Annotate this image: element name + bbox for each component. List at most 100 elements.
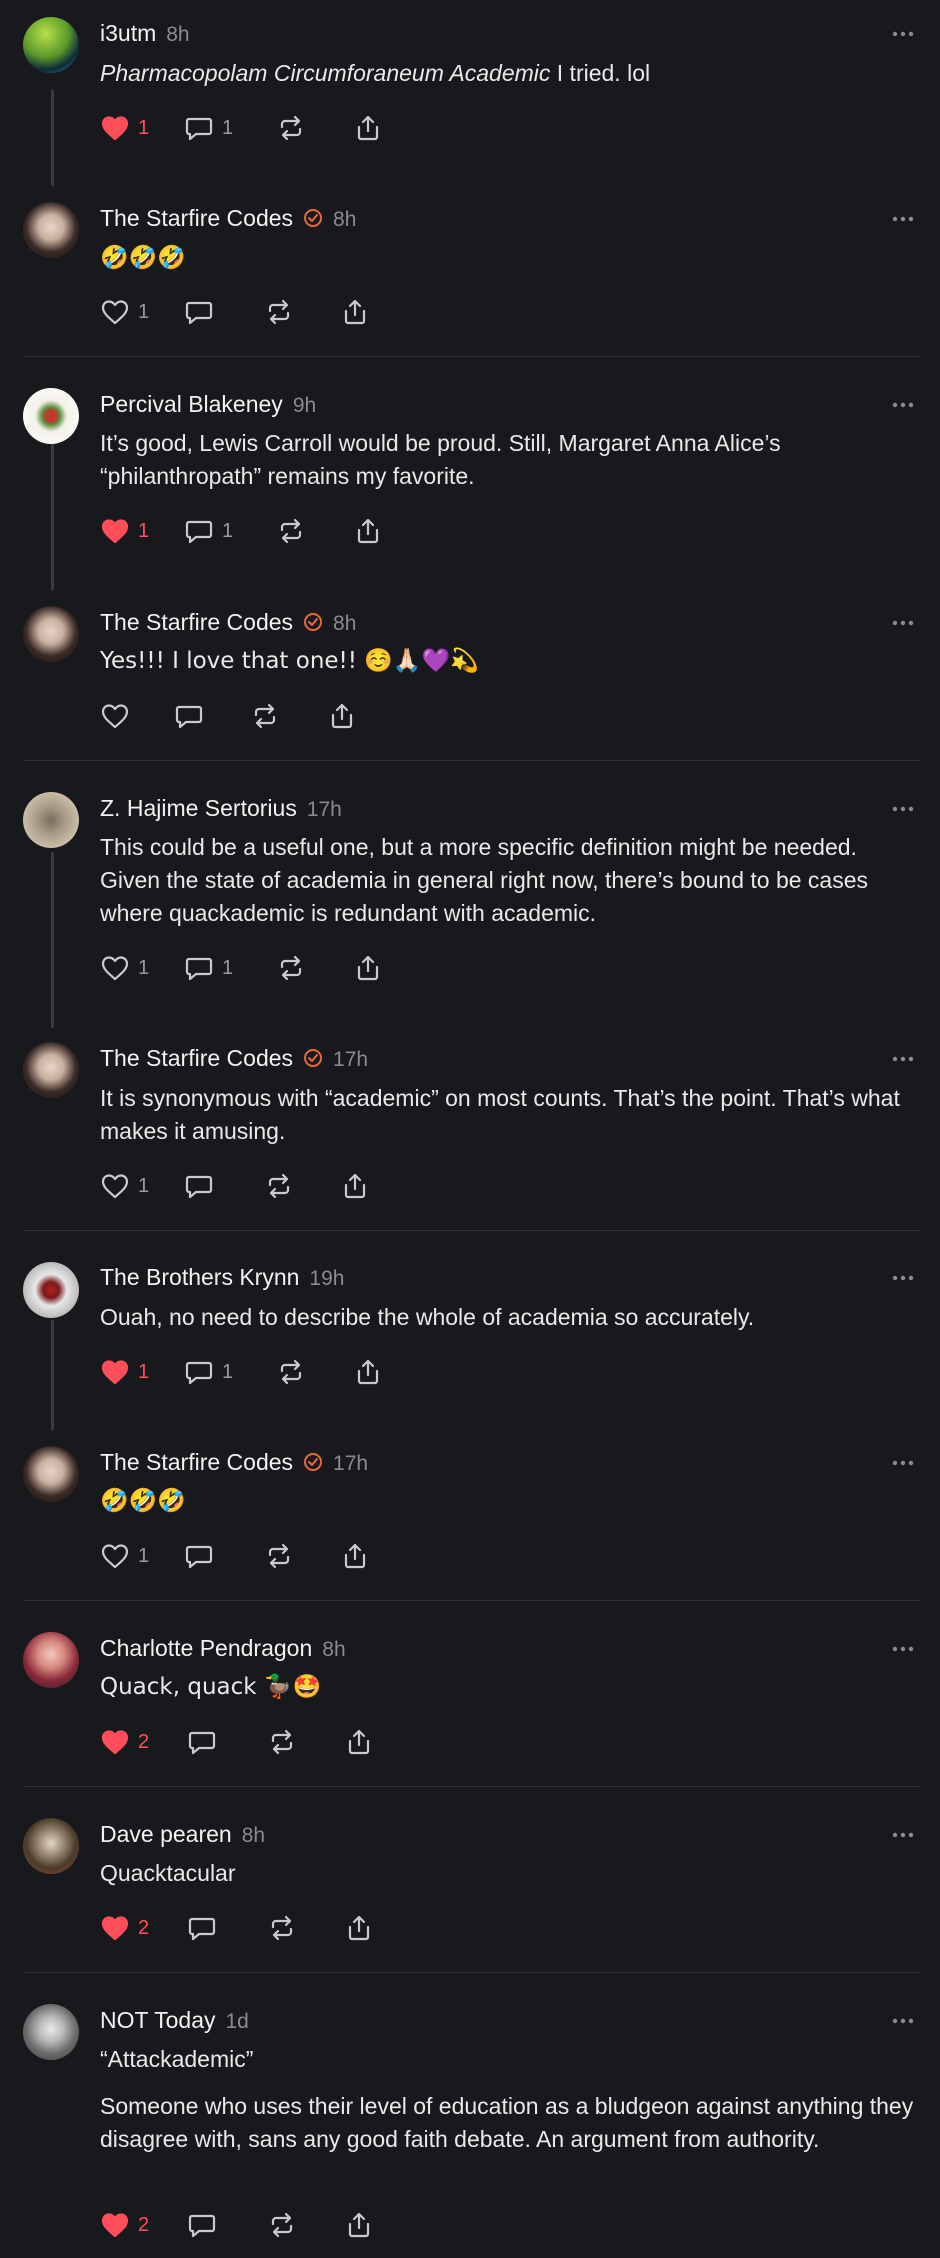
repost-icon <box>267 1913 297 1943</box>
more-options-icon[interactable] <box>891 1645 915 1653</box>
like-button[interactable]: 1 <box>100 1170 149 1202</box>
avatar[interactable] <box>23 792 79 848</box>
reply-button[interactable] <box>187 1726 217 1758</box>
like-button[interactable]: 1 <box>100 296 149 328</box>
comment-icon <box>187 1727 217 1757</box>
like-button[interactable]: 1 <box>100 515 149 547</box>
comment-icon <box>184 1541 214 1571</box>
like-button[interactable] <box>100 700 130 732</box>
avatar[interactable] <box>23 1446 79 1502</box>
reply-button[interactable] <box>184 1170 214 1202</box>
heart-icon <box>100 1541 130 1571</box>
share-icon <box>340 1541 370 1571</box>
avatar[interactable] <box>23 1818 79 1874</box>
avatar[interactable] <box>23 606 79 662</box>
share-button[interactable] <box>344 2209 374 2241</box>
share-button[interactable] <box>340 296 370 328</box>
like-button[interactable]: 2 <box>100 1912 149 1944</box>
avatar[interactable] <box>23 1262 79 1318</box>
post-time: 8h <box>241 1824 266 1847</box>
author-name[interactable]: The Starfire Codes 8h <box>100 205 356 232</box>
reply-count: 1 <box>222 956 234 979</box>
repost-button[interactable] <box>264 1170 294 1202</box>
like-count: 2 <box>138 1730 150 1753</box>
author-name[interactable]: Percival Blakeney 9h <box>100 391 316 418</box>
repost-button[interactable] <box>264 1540 294 1572</box>
avatar[interactable] <box>23 1632 79 1688</box>
post-text: 🤣🤣🤣 <box>100 1488 186 1514</box>
avatar[interactable] <box>23 202 79 258</box>
separator <box>23 760 920 761</box>
separator <box>23 1600 920 1601</box>
more-options-icon[interactable] <box>891 1459 915 1467</box>
share-button[interactable] <box>344 1726 374 1758</box>
author-name[interactable]: The Starfire Codes 17h <box>100 1045 368 1072</box>
repost-icon <box>264 1541 294 1571</box>
reply-button[interactable] <box>184 1540 214 1572</box>
repost-button[interactable] <box>267 1726 297 1758</box>
more-options-icon[interactable] <box>891 805 915 813</box>
reply-button[interactable] <box>187 1912 217 1944</box>
repost-button[interactable] <box>267 2209 297 2241</box>
avatar[interactable] <box>23 17 79 73</box>
post-time: 8h <box>333 208 357 231</box>
repost-icon <box>264 1171 294 1201</box>
repost-button[interactable] <box>276 952 306 984</box>
author-name[interactable]: The Brothers Krynn 19h <box>100 1264 344 1291</box>
share-button[interactable] <box>353 112 383 144</box>
author-name[interactable]: Z. Hajime Sertorius 17h <box>100 795 342 822</box>
author-name[interactable]: The Starfire Codes 17h <box>100 1449 368 1476</box>
avatar[interactable] <box>23 2004 79 2060</box>
share-button[interactable] <box>327 700 357 732</box>
repost-icon <box>250 701 280 731</box>
reply-button[interactable] <box>184 296 214 328</box>
reply-count: 1 <box>222 116 234 139</box>
reply-button[interactable]: 1 <box>184 952 233 984</box>
like-button[interactable]: 1 <box>100 952 149 984</box>
share-button[interactable] <box>353 1356 383 1388</box>
repost-button[interactable] <box>276 1356 306 1388</box>
like-button[interactable]: 1 <box>100 1540 149 1572</box>
more-options-icon[interactable] <box>891 2017 915 2025</box>
post-time: 8h <box>166 23 190 46</box>
author-name[interactable]: The Starfire Codes 8h <box>100 609 356 636</box>
more-options-icon[interactable] <box>891 619 915 627</box>
comment-icon <box>184 113 214 143</box>
heart-icon <box>100 1171 130 1201</box>
repost-button[interactable] <box>250 700 280 732</box>
repost-button[interactable] <box>267 1912 297 1944</box>
reply-button[interactable]: 1 <box>184 1356 233 1388</box>
like-button[interactable]: 1 <box>100 1356 149 1388</box>
comment-icon <box>187 2210 217 2240</box>
more-options-icon[interactable] <box>891 30 915 38</box>
like-button[interactable]: 2 <box>100 2209 149 2241</box>
share-button[interactable] <box>353 952 383 984</box>
share-icon <box>353 113 383 143</box>
like-count: 1 <box>138 1360 150 1383</box>
share-button[interactable] <box>344 1912 374 1944</box>
like-button[interactable]: 1 <box>100 112 149 144</box>
share-button[interactable] <box>353 515 383 547</box>
author-name[interactable]: Charlotte Pendragon 8h <box>100 1635 346 1662</box>
repost-button[interactable] <box>264 296 294 328</box>
like-button[interactable]: 2 <box>100 1726 149 1758</box>
reply-button[interactable] <box>187 2209 217 2241</box>
post-time: 17h <box>333 1452 369 1475</box>
repost-button[interactable] <box>276 112 306 144</box>
author-name[interactable]: NOT Today 1d <box>100 2007 249 2034</box>
avatar[interactable] <box>23 388 79 444</box>
more-options-icon[interactable] <box>891 215 915 223</box>
more-options-icon[interactable] <box>891 1831 915 1839</box>
repost-button[interactable] <box>276 515 306 547</box>
reply-button[interactable]: 1 <box>184 515 233 547</box>
avatar[interactable] <box>23 1042 79 1098</box>
more-options-icon[interactable] <box>891 1055 915 1063</box>
reply-button[interactable] <box>174 700 204 732</box>
more-options-icon[interactable] <box>891 1274 915 1282</box>
reply-button[interactable]: 1 <box>184 112 233 144</box>
share-button[interactable] <box>340 1170 370 1202</box>
share-button[interactable] <box>340 1540 370 1572</box>
more-options-icon[interactable] <box>891 401 915 409</box>
author-name[interactable]: i3utm 8h <box>100 20 190 47</box>
author-name[interactable]: Dave pearen 8h <box>100 1821 265 1848</box>
